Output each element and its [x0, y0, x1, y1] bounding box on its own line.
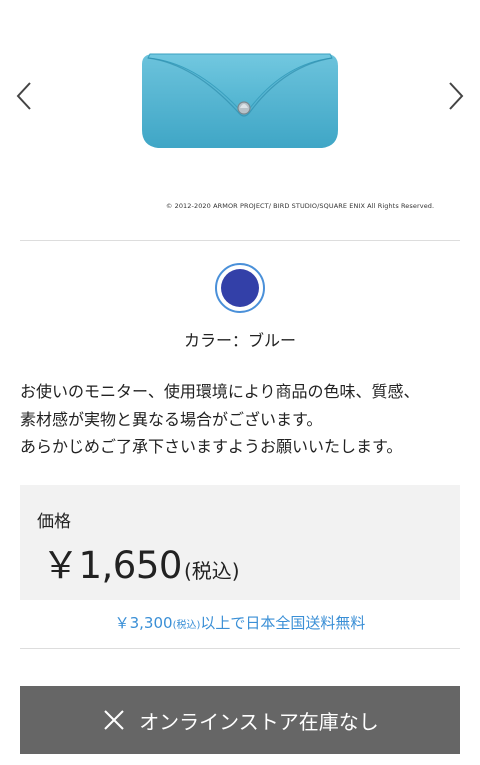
product-image: [134, 42, 346, 158]
shipping-tax-note: (税込): [172, 620, 201, 631]
out-of-stock-button[interactable]: オンラインストア在庫なし: [20, 686, 460, 754]
close-icon: [101, 707, 127, 733]
disclaimer-line: あらかじめご了承下さいますようお願いいたします。: [20, 437, 403, 456]
price-value: ￥1,650: [42, 544, 182, 587]
chevron-left-icon[interactable]: [10, 78, 40, 114]
disclaimer-line: お使いのモニター、使用環境により商品の色味、質感、: [20, 382, 420, 401]
out-of-stock-label: オンラインストア在庫なし: [139, 709, 379, 734]
divider: [20, 648, 460, 649]
disclaimer-line: 素材感が実物と異なる場合がございます。: [20, 409, 323, 429]
free-shipping-notice[interactable]: ￥3,300(税込)以上で日本全国送料無料: [0, 612, 480, 633]
divider: [20, 240, 460, 241]
color-swatch-blue[interactable]: [215, 263, 265, 313]
product-carousel: © 2012-2020 ARMOR PROJECT/ BIRD STUDIO/S…: [0, 0, 480, 228]
color-label: カラー：ブルー: [183, 331, 296, 350]
shipping-text: 以上で日本全国送料無料: [200, 614, 366, 632]
price-label: 価格: [37, 512, 71, 532]
price-box: 価格 ￥1,650 (税込): [20, 485, 460, 600]
shipping-threshold: ￥3,300: [114, 614, 173, 632]
color-disclaimer: お使いのモニター、使用環境により商品の色味、質感、 素材感が実物と異なる場合がご…: [20, 378, 470, 461]
price-tax-note: (税込): [183, 559, 240, 583]
price-line: ￥1,650 (税込): [42, 535, 240, 589]
copyright-notice: © 2012-2020 ARMOR PROJECT/ BIRD STUDIO/S…: [165, 202, 435, 210]
chevron-right-icon[interactable]: [440, 78, 470, 114]
swatch-fill: [221, 269, 259, 307]
